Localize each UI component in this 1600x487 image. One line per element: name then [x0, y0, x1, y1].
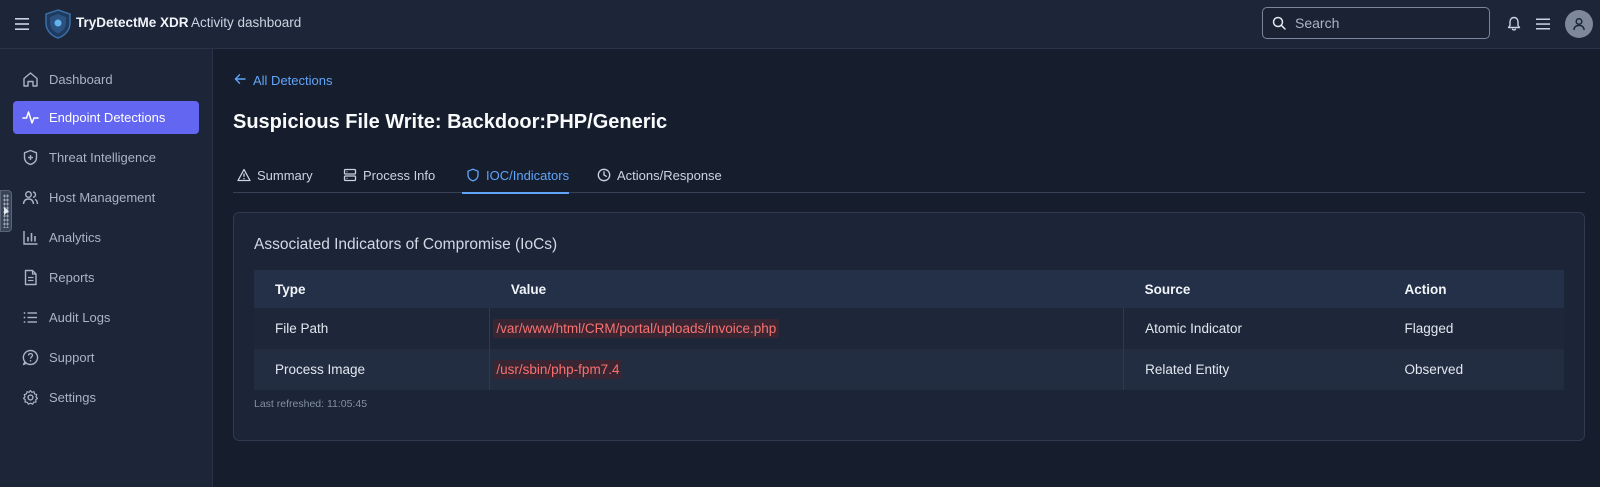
back-to-detections-link[interactable]: All Detections	[234, 71, 354, 89]
warning-icon	[237, 168, 251, 182]
sidebar-item-label: Settings	[49, 390, 96, 405]
cell-value: /usr/sbin/php-fpm7.4	[489, 349, 1125, 390]
tab-label: Actions/Response	[617, 168, 722, 183]
shield-logo-icon	[45, 9, 71, 39]
tab-ioc-indicators[interactable]: IOC/Indicators	[462, 160, 570, 194]
expand-arrow-icon	[4, 207, 9, 215]
tab-label: Summary	[257, 168, 313, 183]
sidebar-item-threat-intelligence[interactable]: Threat Intelligence	[13, 141, 199, 174]
cell-source: Atomic Indicator	[1123, 308, 1384, 349]
sidebar-toggle-handle[interactable]	[0, 190, 12, 232]
ioc-table: Type Value Source Action File Path /var/…	[254, 270, 1564, 390]
sidebar-item-label: Host Management	[49, 190, 156, 205]
panel-title: Associated Indicators of Compromise (IoC…	[254, 236, 558, 253]
last-refreshed-text: Last refreshed: 11:05:45	[254, 398, 368, 410]
sidebar-item-label: Dashboard	[49, 72, 113, 87]
column-header-action: Action	[1383, 270, 1564, 308]
users-icon	[22, 191, 39, 205]
sidebar-item-dashboard[interactable]: Dashboard	[13, 63, 199, 96]
sidebar-item-audit-logs[interactable]: Audit Logs	[13, 301, 199, 334]
column-header-type: Type	[254, 270, 490, 308]
tab-process-info[interactable]: Process Info	[339, 160, 439, 192]
table-row: File Path /var/www/html/CRM/portal/uploa…	[254, 308, 1564, 349]
detection-tabs: Summary Process Info IOC/Indicators Acti…	[233, 160, 1585, 194]
page-title: Suspicious File Write: Backdoor:PHP/Gene…	[233, 111, 668, 133]
gear-icon	[22, 389, 39, 405]
clock-icon	[597, 168, 611, 182]
ioc-panel: Associated Indicators of Compromise (IoC…	[233, 212, 1585, 441]
sidebar-item-label: Reports	[49, 270, 95, 285]
cell-source: Related Entity	[1123, 349, 1384, 390]
bell-icon	[1507, 16, 1521, 31]
search-box[interactable]	[1262, 7, 1490, 39]
bar-chart-icon	[23, 231, 38, 245]
list-menu-button[interactable]	[1531, 12, 1555, 36]
cell-value: /var/www/html/CRM/portal/uploads/invoice…	[489, 308, 1125, 349]
search-icon	[1272, 16, 1286, 30]
tab-label: IOC/Indicators	[486, 168, 570, 183]
search-input[interactable]	[1295, 8, 1485, 38]
ioc-value-code: /var/www/html/CRM/portal/uploads/invoice…	[493, 319, 780, 338]
cell-type: File Path	[254, 308, 491, 349]
tab-summary[interactable]: Summary	[233, 160, 318, 192]
table-row: Process Image /usr/sbin/php-fpm7.4 Relat…	[254, 349, 1564, 390]
sidebar-item-analytics[interactable]: Analytics	[13, 221, 199, 254]
sidebar-item-label: Audit Logs	[49, 310, 111, 325]
hamburger-menu-button[interactable]	[10, 12, 34, 36]
notifications-button[interactable]	[1502, 12, 1526, 36]
table-header-row: Type Value Source Action	[254, 270, 1564, 308]
tab-label: Process Info	[363, 168, 436, 183]
cell-action: Flagged	[1383, 308, 1564, 349]
sidebar-item-reports[interactable]: Reports	[13, 261, 199, 294]
header-subtitle: Activity dashboard	[191, 15, 302, 30]
cell-action: Observed	[1383, 349, 1564, 390]
server-icon	[343, 168, 357, 182]
file-text-icon	[24, 269, 37, 286]
activity-icon	[22, 111, 39, 124]
list-icon	[23, 312, 37, 323]
arrow-left-icon	[234, 74, 246, 84]
back-link-label: All Detections	[253, 73, 333, 88]
sidebar-item-label: Support	[49, 350, 95, 365]
sidebar-item-label: Threat Intelligence	[49, 150, 156, 165]
shield-icon	[467, 168, 479, 182]
sidebar-item-support[interactable]: Support	[13, 341, 199, 374]
user-avatar[interactable]	[1565, 10, 1593, 38]
sidebar-item-endpoint-detections[interactable]: Endpoint Detections	[13, 101, 199, 134]
ioc-value-code: /usr/sbin/php-fpm7.4	[493, 360, 623, 379]
sidebar-item-label: Endpoint Detections	[49, 110, 166, 125]
sidebar-item-label: Analytics	[49, 230, 102, 245]
menu-icon	[15, 18, 29, 30]
cell-type: Process Image	[254, 349, 491, 390]
column-header-value: Value	[489, 270, 1124, 308]
brand-name: TryDetectMe XDR	[76, 15, 189, 30]
top-bar: TryDetectMe XDR Activity dashboard	[0, 0, 1600, 49]
column-header-source: Source	[1123, 270, 1384, 308]
tab-actions-response[interactable]: Actions/Response	[593, 160, 723, 192]
sidebar: Dashboard Endpoint Detections Threat Int…	[0, 49, 213, 487]
home-icon	[23, 72, 38, 87]
sidebar-item-settings[interactable]: Settings	[13, 381, 199, 414]
sidebar-item-host-management[interactable]: Host Management	[13, 181, 199, 214]
list-menu-icon	[1536, 18, 1550, 30]
shield-plus-icon	[23, 149, 38, 166]
brand-logo	[44, 9, 72, 39]
help-circle-icon	[22, 349, 39, 366]
user-icon	[1573, 17, 1585, 31]
